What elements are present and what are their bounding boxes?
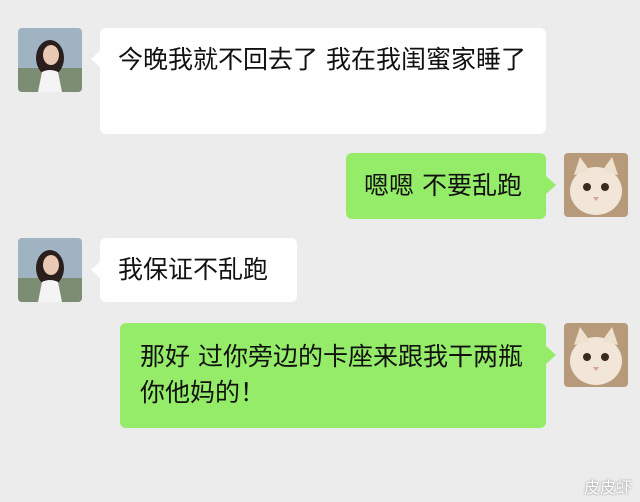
outgoing-message[interactable]: 那好 过你旁边的卡座来跟我干两瓶 你他妈的！ bbox=[120, 323, 546, 428]
message-text: 那好 过你旁边的卡座来跟我干两瓶 你他妈的！ bbox=[140, 342, 523, 407]
message-text: 今晚我就不回去了 我在我闺蜜家睡了 bbox=[118, 45, 526, 74]
incoming-message[interactable]: 我保证不乱跑 bbox=[100, 238, 297, 302]
cat-avatar-icon bbox=[564, 153, 628, 217]
girl-avatar-icon bbox=[18, 28, 82, 92]
girl-avatar-icon bbox=[18, 238, 82, 302]
avatar-girl[interactable] bbox=[18, 238, 82, 302]
outgoing-message[interactable]: 嗯嗯 不要乱跑 bbox=[346, 153, 546, 219]
message-text: 嗯嗯 不要乱跑 bbox=[364, 171, 522, 200]
message-text: 我保证不乱跑 bbox=[118, 255, 269, 284]
avatar-me[interactable] bbox=[564, 153, 628, 217]
avatar-me[interactable] bbox=[564, 323, 628, 387]
incoming-message[interactable]: 今晚我就不回去了 我在我闺蜜家睡了 bbox=[100, 28, 546, 134]
watermark: 皮皮虾 bbox=[583, 478, 632, 497]
bubble-tail bbox=[546, 176, 556, 194]
bubble-tail bbox=[546, 346, 556, 364]
avatar-girl[interactable] bbox=[18, 28, 82, 92]
cat-avatar-icon bbox=[564, 323, 628, 387]
